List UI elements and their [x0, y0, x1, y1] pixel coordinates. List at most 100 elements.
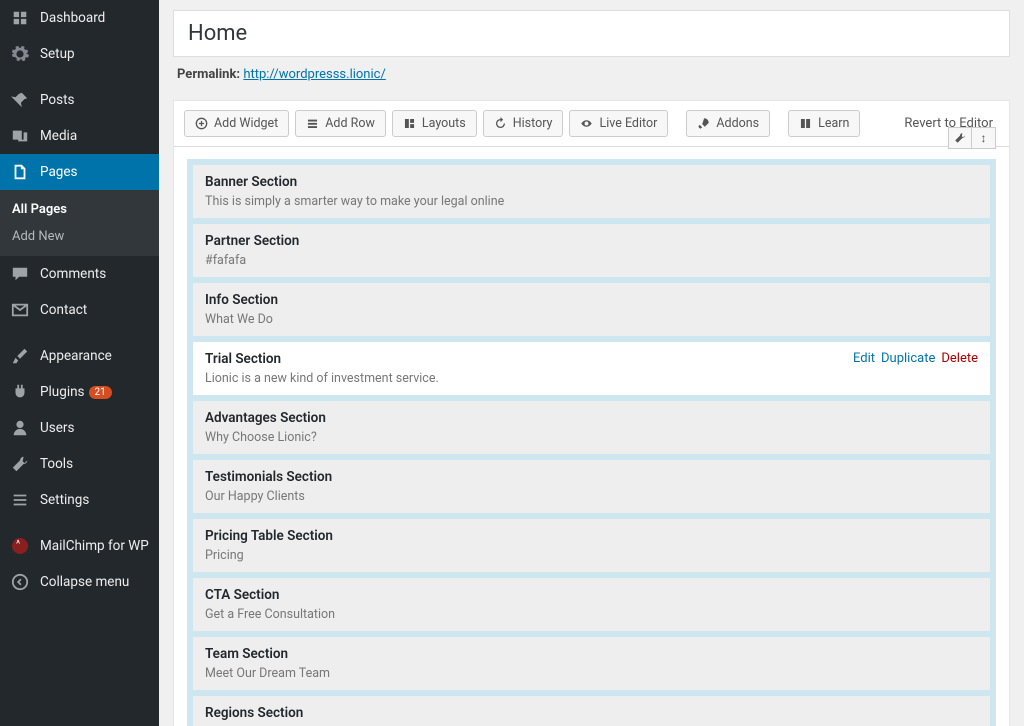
row-description: Why Choose Lionic?	[205, 430, 978, 445]
learn-button[interactable]: Learn	[788, 110, 860, 137]
sidebar-sub-add-new[interactable]: Add New	[0, 223, 159, 250]
row-description: Our Happy Clients	[205, 489, 978, 504]
page-title: Home	[188, 21, 995, 46]
mailchimp-icon	[10, 536, 30, 556]
layouts-button[interactable]: Layouts	[392, 110, 477, 137]
rocket-icon	[697, 117, 710, 130]
sidebar-item-users[interactable]: Users	[0, 410, 159, 446]
history-button[interactable]: History	[483, 110, 564, 137]
pages-icon	[10, 162, 30, 182]
sidebar-item-posts[interactable]: Posts	[0, 82, 159, 118]
row-title: Partner Section	[205, 233, 978, 249]
sidebar-item-setup[interactable]: Setup	[0, 36, 159, 72]
builder-row[interactable]: Testimonials SectionOur Happy ClientsEdi…	[192, 459, 991, 518]
builder-row[interactable]: Trial SectionLionic is a new kind of inv…	[192, 341, 991, 400]
sidebar-item-tools[interactable]: Tools	[0, 446, 159, 482]
row-title: CTA Section	[205, 587, 978, 603]
sidebar-item-label: Dashboard	[40, 10, 105, 26]
user-icon	[10, 418, 30, 438]
row-actions: Edit Duplicate Delete	[847, 351, 978, 366]
sidebar-item-contact[interactable]: Contact	[0, 292, 159, 328]
canvas-expand-button[interactable]: ↕	[972, 127, 996, 149]
sidebar-sub-all-pages[interactable]: All Pages	[0, 196, 159, 223]
media-icon	[10, 126, 30, 146]
plus-circle-icon	[195, 117, 208, 130]
row-title: Pricing Table Section	[205, 528, 978, 544]
book-icon	[799, 117, 812, 130]
sidebar-item-label: Settings	[40, 492, 89, 508]
builder-row[interactable]: Regions SectionCreate Regions SectionEdi…	[192, 695, 991, 726]
sidebar-item-plugins[interactable]: Plugins 21	[0, 374, 159, 410]
gear-icon	[10, 44, 30, 64]
pin-icon	[10, 90, 30, 110]
row-title: Team Section	[205, 646, 978, 662]
sidebar-item-label: Contact	[40, 302, 87, 318]
sidebar-item-dashboard[interactable]: Dashboard	[0, 0, 159, 36]
sliders-icon	[10, 490, 30, 510]
row-description: #fafafa	[205, 253, 978, 268]
sidebar-collapse[interactable]: Collapse menu	[0, 564, 159, 600]
permalink-link[interactable]: http://wordpresss.lionic/	[243, 67, 386, 82]
plugin-icon	[10, 382, 30, 402]
builder-row[interactable]: Banner SectionThis is simply a smarter w…	[192, 164, 991, 223]
row-title: Advantages Section	[205, 410, 978, 426]
history-icon	[494, 117, 507, 130]
row-title: Regions Section	[205, 705, 978, 721]
brush-icon	[10, 346, 30, 366]
builder-toolbar: Add Widget Add Row Layouts History Live …	[174, 101, 1009, 147]
builder-row[interactable]: Advantages SectionWhy Choose Lionic?Edit…	[192, 400, 991, 459]
row-description: Get a Free Consultation	[205, 607, 978, 622]
sidebar-item-comments[interactable]: Comments	[0, 256, 159, 292]
sidebar-item-mailchimp[interactable]: MailChimp for WP	[0, 528, 159, 564]
page-builder: Add Widget Add Row Layouts History Live …	[173, 100, 1010, 726]
canvas-settings-button[interactable]	[948, 127, 972, 149]
sidebar-item-label: Collapse menu	[40, 574, 129, 590]
sidebar-item-label: Setup	[40, 46, 75, 62]
add-row-button[interactable]: Add Row	[295, 110, 386, 137]
plugins-update-badge: 21	[89, 386, 112, 399]
builder-row[interactable]: Info SectionWhat We DoEditDuplicateDelet…	[192, 282, 991, 341]
row-description: Pricing	[205, 548, 978, 563]
eye-icon	[580, 117, 593, 130]
row-description: Meet Our Dream Team	[205, 666, 978, 681]
sidebar-item-pages[interactable]: Pages	[0, 154, 159, 190]
row-title: Info Section	[205, 292, 978, 308]
sidebar-item-label: Tools	[40, 456, 73, 472]
sidebar-item-label: Users	[40, 420, 74, 436]
wrench-small-icon	[954, 132, 966, 144]
expand-icon: ↕	[981, 131, 987, 145]
contact-icon	[10, 300, 30, 320]
permalink-row: Permalink: http://wordpresss.lionic/	[177, 67, 1006, 82]
wrench-icon	[10, 454, 30, 474]
row-title: Testimonials Section	[205, 469, 978, 485]
collapse-icon	[10, 572, 30, 592]
canvas-tools: ↕	[948, 127, 996, 149]
row-duplicate-link[interactable]: Duplicate	[881, 351, 935, 366]
sidebar-item-appearance[interactable]: Appearance	[0, 338, 159, 374]
permalink-label: Permalink:	[177, 67, 240, 82]
rows-icon	[306, 117, 319, 130]
comment-icon	[10, 264, 30, 284]
builder-row[interactable]: Team SectionMeet Our Dream TeamEditDupli…	[192, 636, 991, 695]
builder-canvas: ↕ Banner SectionThis is simply a smarter…	[174, 147, 1009, 726]
page-title-input[interactable]: Home	[173, 10, 1010, 57]
main-content: Home Permalink: http://wordpresss.lionic…	[159, 0, 1024, 726]
sidebar-item-label: MailChimp for WP	[40, 538, 149, 554]
sidebar-item-label: Pages	[40, 164, 78, 180]
row-edit-link[interactable]: Edit	[853, 351, 875, 366]
row-delete-link[interactable]: Delete	[941, 351, 978, 366]
addons-button[interactable]: Addons	[686, 110, 770, 137]
builder-row[interactable]: Pricing Table SectionPricingEditDuplicat…	[192, 518, 991, 577]
layouts-icon	[403, 117, 416, 130]
add-widget-button[interactable]: Add Widget	[184, 110, 289, 137]
sidebar-item-label: Comments	[40, 266, 106, 282]
sidebar-item-media[interactable]: Media	[0, 118, 159, 154]
rows-container: Banner SectionThis is simply a smarter w…	[187, 159, 996, 726]
builder-row[interactable]: CTA SectionGet a Free ConsultationEditDu…	[192, 577, 991, 636]
sidebar-item-label: Plugins	[40, 384, 85, 400]
builder-row[interactable]: Partner Section#fafafaEditDuplicateDelet…	[192, 223, 991, 282]
sidebar-item-settings[interactable]: Settings	[0, 482, 159, 518]
admin-sidebar: Dashboard Setup Posts Media Pages All Pa…	[0, 0, 159, 726]
live-editor-button[interactable]: Live Editor	[569, 110, 668, 137]
sidebar-item-label: Media	[40, 128, 77, 144]
